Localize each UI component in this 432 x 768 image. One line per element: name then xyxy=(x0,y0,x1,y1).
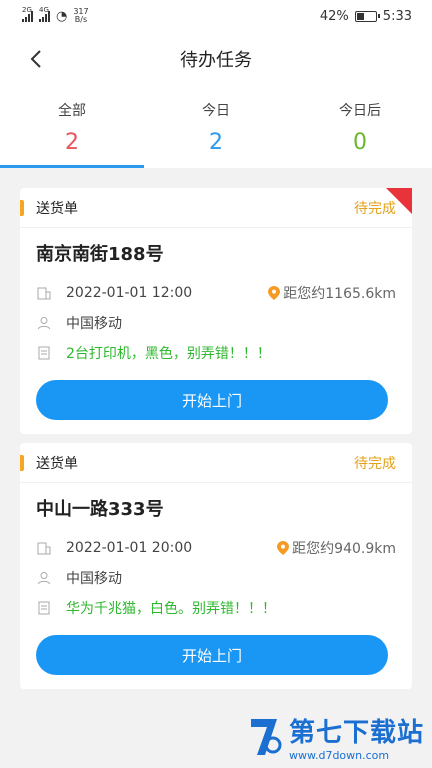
task-datetime: 2022-01-01 12:00 xyxy=(66,285,193,301)
tab-count: 2 xyxy=(209,130,223,155)
task-distance: 距您约1165.6km xyxy=(268,283,396,303)
task-card: 送货单 待完成 南京南街188号 2022-01-01 12:00 距您约116… xyxy=(20,188,412,434)
task-card-body: 中山一路333号 2022-01-01 20:00 距您约940.9km 中国移… xyxy=(20,483,412,689)
tab-count: 2 xyxy=(65,130,79,155)
building-icon xyxy=(36,285,52,301)
note-icon xyxy=(36,600,52,616)
task-company: 中国移动 xyxy=(66,316,122,332)
task-note: 2台打印机，黑色，别弄错！！！ xyxy=(66,346,271,362)
type-accent-bar xyxy=(20,454,24,471)
tab-label: 今日后 xyxy=(339,103,381,119)
watermark-main: 第七下载站 xyxy=(288,718,424,748)
task-card-header: 送货单 待完成 xyxy=(20,443,412,483)
clock: 5:33 xyxy=(382,8,412,24)
task-card-body: 南京南街188号 2022-01-01 12:00 距您约1165.6km 中国… xyxy=(20,228,412,434)
task-time-row: 2022-01-01 20:00 距您约940.9km xyxy=(36,533,396,563)
speed-unit: B/s xyxy=(74,15,88,24)
task-address: 南京南街188号 xyxy=(36,244,164,265)
task-note: 华为千兆猫，白色。别弄错！！！ xyxy=(66,601,276,617)
wifi-icon: ◔ xyxy=(56,8,68,24)
task-company: 中国移动 xyxy=(66,571,122,587)
status-bar-left: 2G 4G ◔ 317 B/s xyxy=(22,6,89,24)
battery-percent: 42% xyxy=(319,8,349,24)
network-type-2: 4G xyxy=(39,6,49,14)
task-type: 送货单 xyxy=(36,455,78,472)
note-icon xyxy=(36,345,52,361)
task-type-group: 送货单 xyxy=(20,453,78,473)
location-pin-icon xyxy=(268,286,281,300)
type-accent-bar xyxy=(20,199,24,216)
task-card: 送货单 待完成 中山一路333号 2022-01-01 20:00 距您约940… xyxy=(20,443,412,689)
person-icon xyxy=(36,570,52,586)
task-company-row: 中国移动 xyxy=(36,563,396,593)
person-icon xyxy=(36,315,52,331)
network-type-1: 2G xyxy=(22,6,32,14)
tab-today[interactable]: 今日 2 xyxy=(144,86,288,168)
task-type: 送货单 xyxy=(36,200,78,217)
tab-all[interactable]: 全部 2 xyxy=(0,86,144,168)
start-visit-button[interactable]: 开始上门 xyxy=(36,635,388,675)
watermark-text: 第七下载站 www.d7down.com xyxy=(289,712,424,762)
network-speed: 317 B/s xyxy=(73,8,88,24)
task-card-header: 送货单 待完成 xyxy=(20,188,412,228)
nav-bar: 待办任务 xyxy=(0,32,432,86)
distance-text: 距您约1165.6km xyxy=(283,286,396,302)
task-time-row: 2022-01-01 12:00 距您约1165.6km xyxy=(36,278,396,308)
signal-icon-2: 4G xyxy=(39,6,50,22)
task-address: 中山一路333号 xyxy=(36,499,164,520)
task-company-row: 中国移动 xyxy=(36,308,396,338)
chevron-left-icon xyxy=(30,50,41,68)
task-type-group: 送货单 xyxy=(20,198,78,218)
status-bar-right: 42% 5:33 xyxy=(320,9,412,24)
location-pin-icon xyxy=(277,541,290,555)
page-title: 待办任务 xyxy=(180,50,252,71)
tab-count: 0 xyxy=(353,130,367,155)
tab-label: 今日 xyxy=(202,103,230,119)
watermark-url: www.d7down.com xyxy=(288,749,390,762)
back-button[interactable] xyxy=(26,48,48,70)
status-bar: 2G 4G ◔ 317 B/s 42% 5:33 xyxy=(0,0,432,32)
task-note-row: 华为千兆猫，白色。别弄错！！！ xyxy=(36,593,396,623)
distance-text: 距您约940.9km xyxy=(292,541,396,557)
battery-fill xyxy=(356,12,364,20)
battery-icon xyxy=(354,10,380,22)
tab-after-today[interactable]: 今日后 0 xyxy=(288,86,432,168)
task-datetime: 2022-01-01 20:00 xyxy=(66,540,193,556)
signal-icon: 2G xyxy=(22,6,33,22)
task-distance: 距您约940.9km xyxy=(277,538,396,558)
task-status: 待完成 xyxy=(354,455,396,472)
new-corner-badge xyxy=(386,188,412,214)
start-visit-button[interactable]: 开始上门 xyxy=(36,380,388,420)
watermark-logo-icon xyxy=(250,719,282,755)
filter-tabs: 全部 2 今日 2 今日后 0 xyxy=(0,86,432,168)
building-icon xyxy=(36,540,52,556)
watermark: 第七下载站 www.d7down.com xyxy=(247,712,424,762)
tab-label: 全部 xyxy=(58,103,86,119)
task-note-row: 2台打印机，黑色，别弄错！！！ xyxy=(36,338,396,368)
